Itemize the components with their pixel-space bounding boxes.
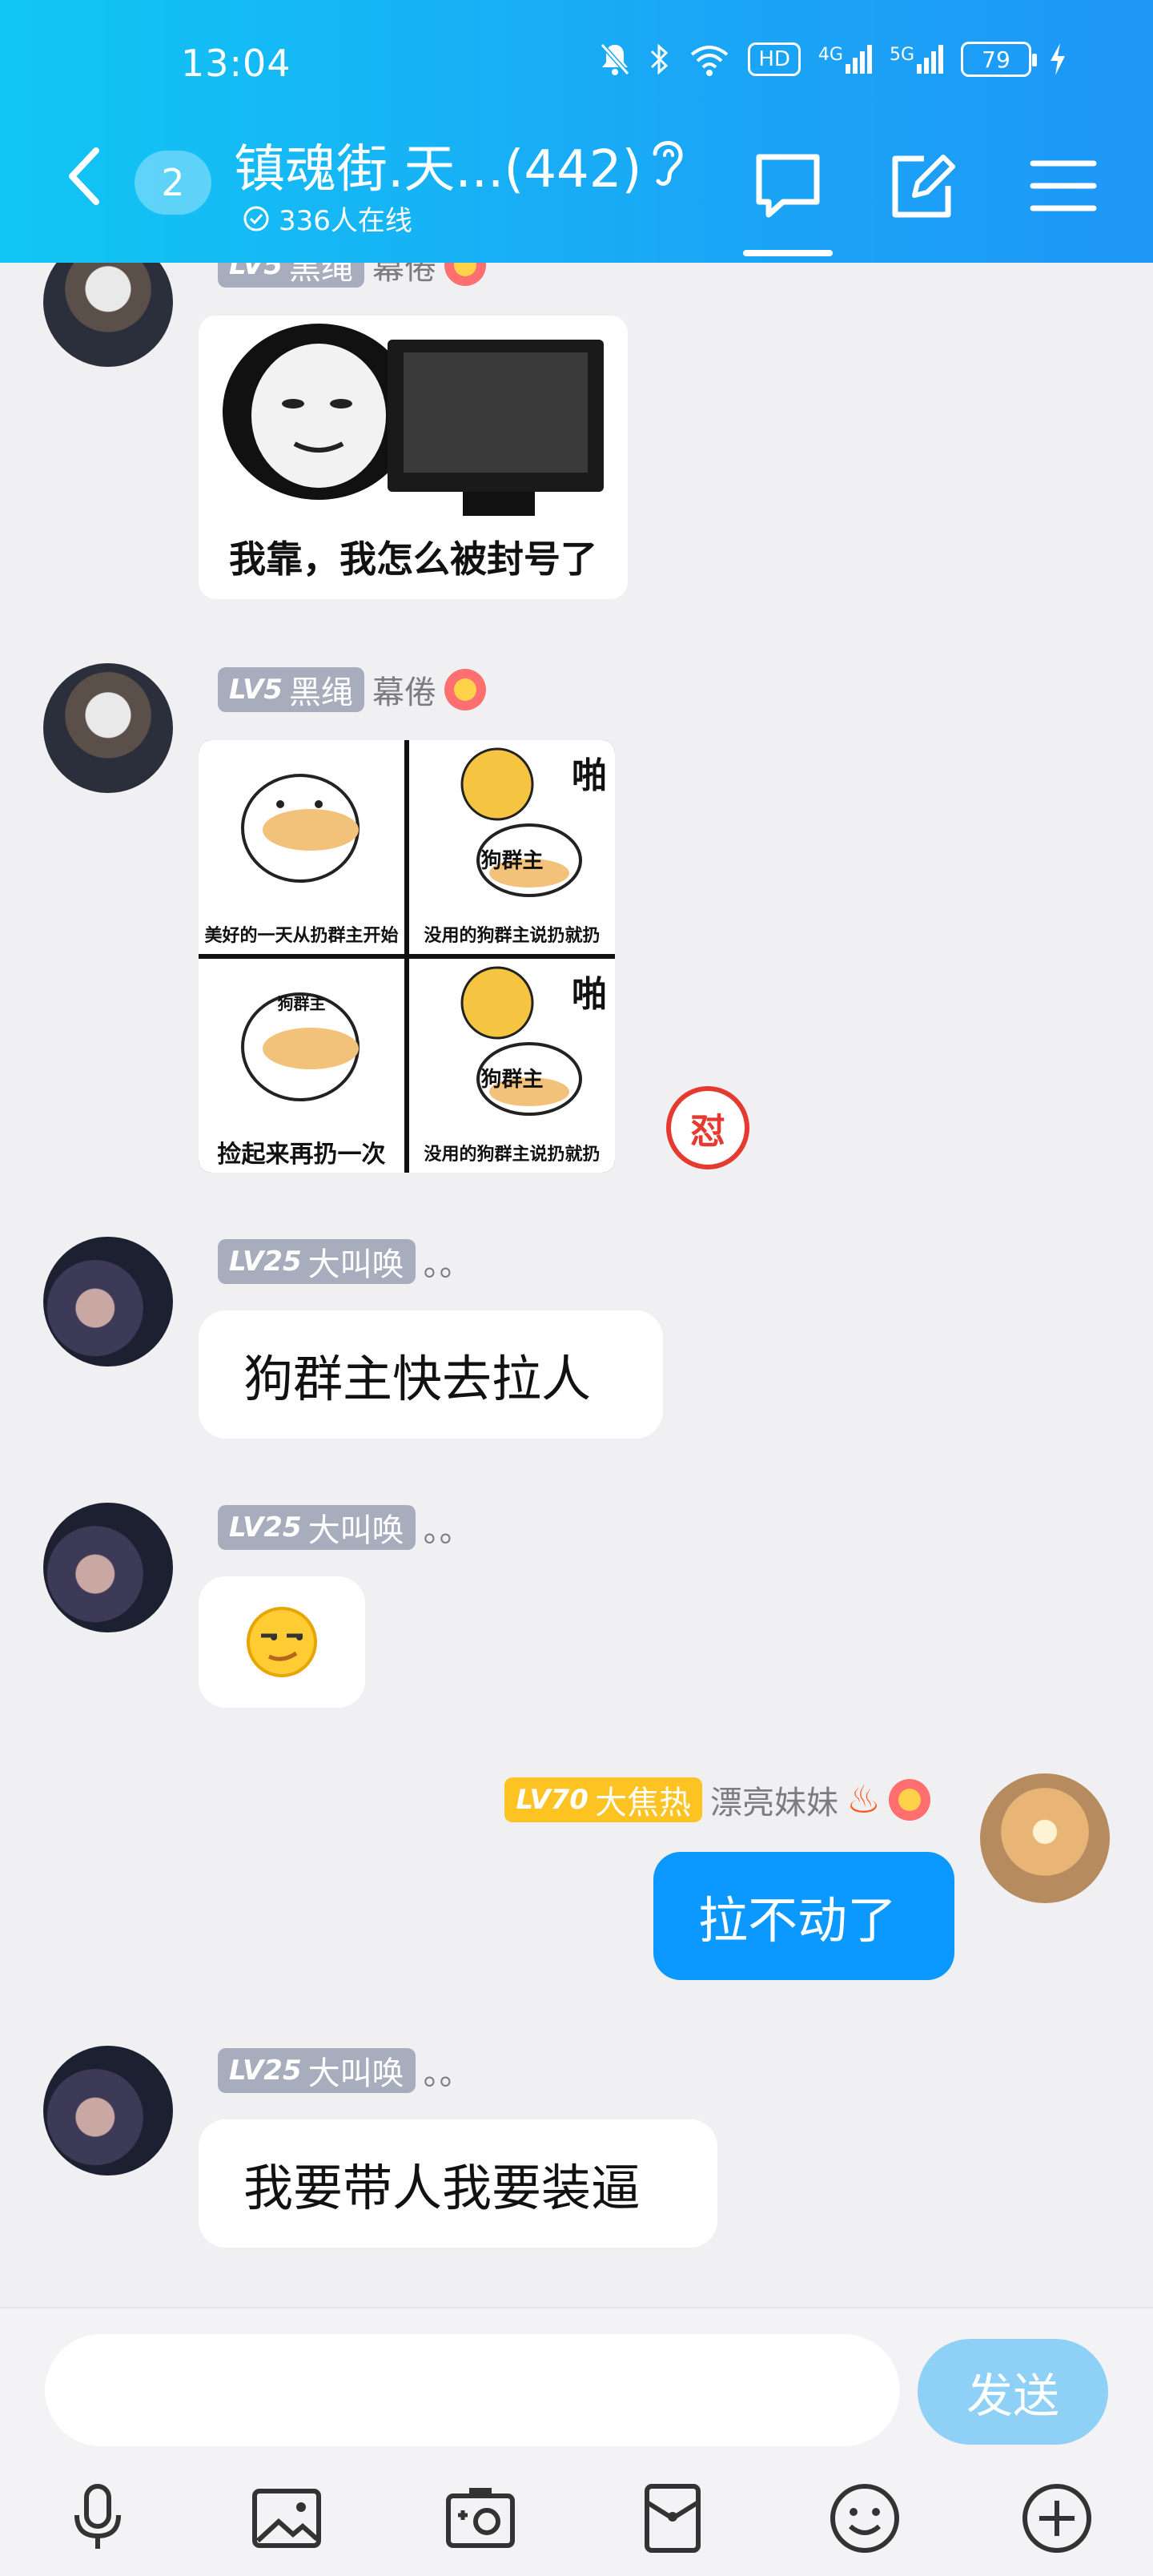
meme-panel: 狗群主 捡起来再扔一次 (199, 959, 404, 1173)
sender-nameline: LV25 大叫唤 。。 (218, 1238, 472, 1285)
sender-name[interactable]: 幕倦 (372, 666, 436, 713)
signal-5g: 5G (890, 45, 943, 74)
meme-panel: 美好的一天从扔群主开始 (199, 740, 404, 954)
back-icon[interactable] (61, 144, 109, 208)
hd-badge: HD (748, 42, 801, 76)
message-bubble[interactable]: 狗群主快去拉人 (199, 1310, 663, 1439)
panda-computer-meme-image (199, 316, 628, 532)
avatar[interactable] (43, 1237, 173, 1366)
send-button[interactable]: 发送 (918, 2339, 1108, 2445)
cat-meme-image (241, 774, 360, 883)
meme-panel-caption: 没用的狗群主说扔就扔 (424, 1145, 601, 1165)
menu-icon[interactable] (1026, 149, 1100, 223)
level-tag: LV70 大焦热 (504, 1777, 702, 1822)
meme-panel-caption: 没用的狗群主说扔就扔 (424, 926, 601, 946)
charging-icon (1051, 43, 1065, 75)
emoji-icon[interactable] (825, 2478, 905, 2558)
red-packet-icon[interactable] (633, 2478, 713, 2558)
active-tab-indicator (743, 250, 833, 256)
meme-panel-caption: 捡起来再扔一次 (217, 1141, 386, 1169)
sender-name[interactable]: 。。 (424, 1504, 472, 1551)
meme-panel-label: 狗群主 (277, 994, 326, 1013)
input-bar: 发送 (0, 2307, 1153, 2576)
edit-icon[interactable] (886, 149, 959, 223)
own-avatar[interactable] (980, 1773, 1110, 1903)
group-title[interactable]: 镇魂街.天...(442) (234, 128, 641, 202)
online-status: 336人在线 (242, 199, 412, 238)
meme-panel-label: 狗群主 (480, 849, 544, 873)
signal-4g: 4G (818, 45, 872, 74)
mute-bell-icon (601, 43, 630, 75)
meme-panel-label: 狗群主 (480, 1068, 544, 1092)
smirk-face-icon (247, 1607, 317, 1677)
flower-badge-icon (444, 669, 486, 710)
camera-icon[interactable] (440, 2478, 520, 2558)
shout-text: 啪 (572, 755, 607, 796)
meme-caption: 我靠，我怎么被封号了 (229, 537, 597, 581)
chat-icon[interactable] (751, 149, 825, 223)
meme-sticker[interactable]: 我靠，我怎么被封号了 (199, 316, 628, 599)
avatar[interactable] (43, 663, 173, 793)
online-check-icon (243, 206, 269, 231)
sender-nameline: LV25 大叫唤 。。 (218, 1504, 472, 1551)
avatar[interactable] (43, 1503, 173, 1632)
online-count: 336人在线 (279, 205, 412, 237)
shout-text: 啪 (572, 974, 607, 1015)
own-nameline: LV70 大焦热 漂亮妹妹 ♨ (504, 1777, 930, 1823)
image-icon[interactable] (247, 2478, 327, 2558)
meme-grid-sticker[interactable]: 美好的一天从扔群主开始 啪 狗群主 没用的狗群主说扔就扔 狗群主 捡起来再扔一次 (199, 740, 615, 1173)
own-message-bubble[interactable]: 拉不动了 (653, 1852, 954, 1980)
reaction-badge[interactable]: 怼 (666, 1086, 749, 1169)
emoji-bubble[interactable] (199, 1576, 365, 1708)
sender-nameline: LV25 大叫唤 。。 (218, 2047, 472, 2094)
battery-indicator: 79 (961, 42, 1037, 77)
status-time: 13:04 (181, 42, 291, 85)
meme-panel: 啪 狗群主 没用的狗群主说扔就扔 (409, 740, 615, 954)
message-bubble[interactable]: 我要带人我要装逼 (199, 2119, 717, 2248)
level-tag: LV25 大叫唤 (218, 1239, 416, 1284)
cat-pickup-meme-image (241, 992, 360, 1101)
avatar[interactable] (43, 2046, 173, 2176)
level-tag: LV25 大叫唤 (218, 2048, 416, 2093)
status-icons: HD 4G 5G 79 (599, 42, 1067, 77)
level-tag: LV5 黑绳 (218, 667, 364, 712)
message-input[interactable] (45, 2334, 900, 2446)
ear-icon[interactable] (647, 133, 687, 189)
meme-panel: 啪 狗群主 没用的狗群主说扔就扔 (409, 959, 615, 1173)
flower-badge-icon (889, 1779, 930, 1821)
sender-name[interactable]: 漂亮妹妹 (710, 1777, 838, 1823)
sender-nameline: LV5 黑绳 幕倦 (218, 666, 486, 713)
top-bar: 13:04 HD 4G 5G 79 2 镇魂街.天...(442) 336人在线 (0, 0, 1153, 263)
meme-grid: 美好的一天从扔群主开始 啪 狗群主 没用的狗群主说扔就扔 狗群主 捡起来再扔一次 (199, 740, 615, 1173)
sender-name[interactable]: 。。 (424, 1238, 472, 1285)
wifi-icon (691, 46, 729, 76)
meme-panel-caption: 美好的一天从扔群主开始 (204, 926, 399, 946)
unread-count-badge[interactable]: 2 (135, 151, 211, 215)
fire-icon: ♨ (846, 1777, 881, 1822)
plus-icon[interactable] (1017, 2478, 1097, 2558)
microphone-icon[interactable] (58, 2478, 138, 2558)
level-tag: LV25 大叫唤 (218, 1505, 416, 1550)
bluetooth-icon (651, 43, 669, 75)
sender-name[interactable]: 。。 (424, 2047, 472, 2094)
